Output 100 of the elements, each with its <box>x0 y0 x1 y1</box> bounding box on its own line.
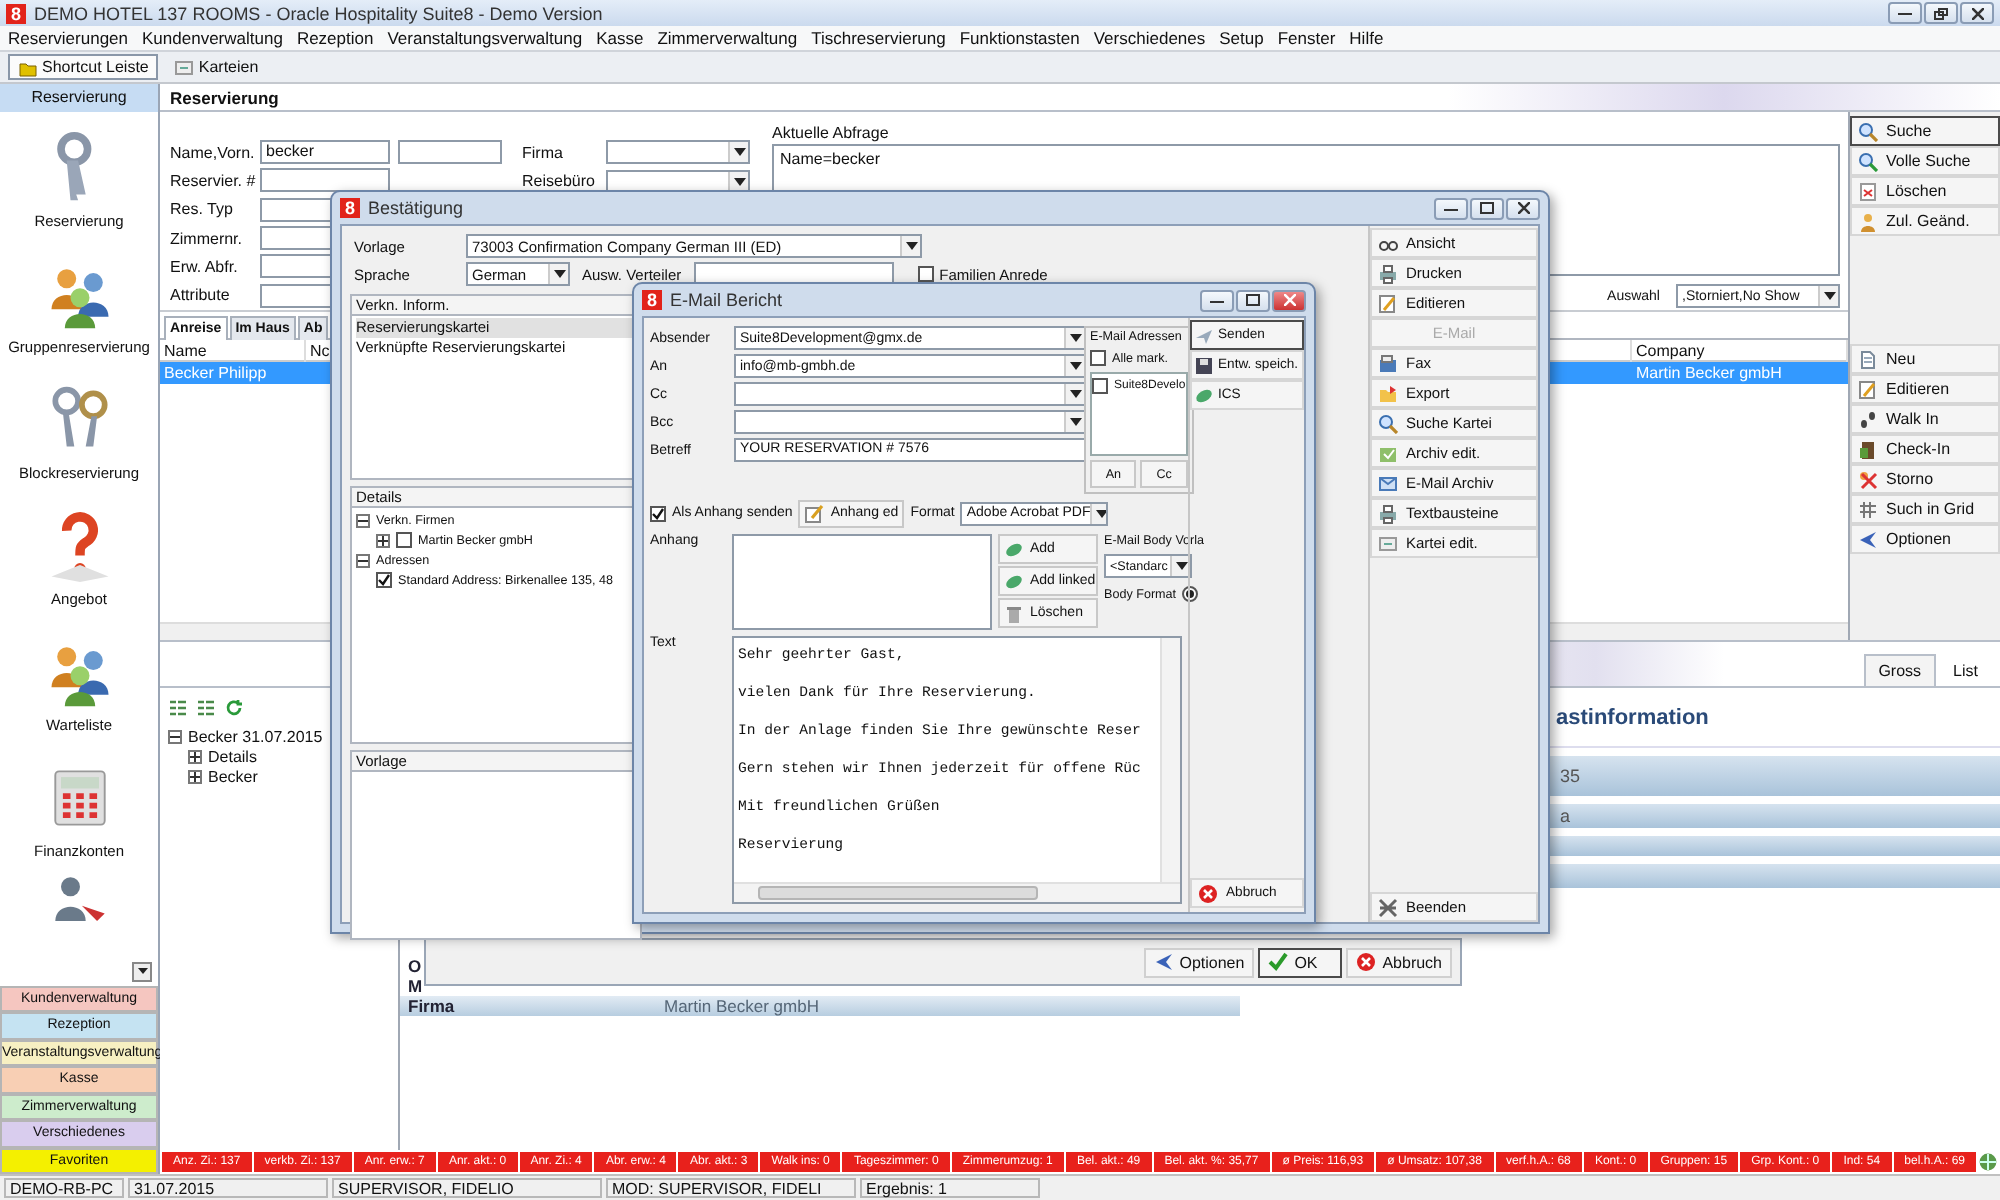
dropdown[interactable] <box>734 410 1086 434</box>
action-button[interactable]: Volle Suche <box>1850 146 2000 176</box>
checkbox[interactable] <box>376 572 392 588</box>
minimize-button[interactable] <box>1888 2 1922 24</box>
door-icon <box>1858 439 1878 459</box>
floppy-icon <box>1194 355 1214 375</box>
dropdown[interactable] <box>606 169 750 194</box>
restore-button[interactable] <box>1924 2 1958 24</box>
menu-item[interactable]: Zimmerverwaltung <box>657 28 798 48</box>
sidebar-tab[interactable]: Reservierung <box>0 84 158 112</box>
menu-item[interactable]: Hilfe <box>1349 28 1384 48</box>
info-text: 35 <box>1560 766 1581 786</box>
scroll-thumb[interactable] <box>758 886 1038 900</box>
minimize-button[interactable] <box>1200 289 1234 311</box>
action-button[interactable]: Check-In <box>1850 434 2000 464</box>
action-button[interactable]: Walk In <box>1850 404 2000 434</box>
printer-icon <box>1378 263 1398 283</box>
tree-item[interactable]: Becker <box>208 767 258 785</box>
fax-icon <box>1378 353 1398 373</box>
pencil-icon <box>1378 293 1398 313</box>
panel-title: Reservierung <box>170 87 279 107</box>
field-label: Reservier. # <box>170 171 252 190</box>
close-icon <box>1517 202 1529 214</box>
checkbox[interactable] <box>1090 350 1106 366</box>
menu-item[interactable]: Rezeption <box>296 28 374 48</box>
action-button[interactable]: Neu <box>1850 344 2000 374</box>
tree-item[interactable]: Details <box>208 747 257 765</box>
tree-toggle[interactable] <box>356 513 370 527</box>
tab[interactable]: List <box>1939 654 1992 686</box>
tree-toggle[interactable] <box>168 729 182 743</box>
caret-icon <box>1823 292 1835 300</box>
plane-icon <box>1194 325 1214 345</box>
field-label: Zimmernr. <box>170 229 244 248</box>
archive-icon <box>1378 443 1398 463</box>
table-cell-text: Becker Philipp <box>162 362 269 384</box>
minimize-button[interactable] <box>1434 197 1468 219</box>
menu-item[interactable]: Kundenverwaltung <box>142 28 283 48</box>
action-button[interactable]: Storno <box>1850 464 2000 494</box>
tree-toggle[interactable] <box>188 769 202 783</box>
action-button[interactable]: Optionen <box>1850 524 2000 554</box>
action-button[interactable]: Suche <box>1850 116 2000 146</box>
plus-icon <box>190 751 200 761</box>
close-button[interactable] <box>1272 289 1306 311</box>
caret-icon <box>553 270 565 278</box>
tab[interactable]: Gross <box>1864 654 1936 686</box>
tree-item[interactable]: Becker 31.07.2015 <box>188 727 323 745</box>
tree-toggle[interactable] <box>376 533 390 547</box>
scrollbar[interactable] <box>734 882 1180 902</box>
tree-toggle[interactable] <box>356 553 370 567</box>
footer-button[interactable]: Abbruch <box>1346 947 1452 977</box>
tree-list-icon <box>168 698 188 718</box>
window-title: E-Mail Bericht <box>670 290 783 310</box>
checkbox[interactable] <box>396 532 412 548</box>
card-icon <box>174 57 195 77</box>
menu-item[interactable]: Veranstaltungsverwaltung <box>387 28 583 48</box>
scrollbar[interactable] <box>1160 638 1180 882</box>
dropdown[interactable] <box>606 140 750 165</box>
checkbox[interactable] <box>650 505 666 522</box>
action-button[interactable]: Löschen <box>1850 176 2000 206</box>
text-field[interactable]: becker <box>260 140 390 165</box>
footer-button[interactable]: OK <box>1258 947 1343 977</box>
tree-toggle[interactable] <box>188 749 202 763</box>
action-button[interactable]: Zul. Geänd. <box>1850 206 2000 236</box>
menu-item[interactable]: Kasse <box>596 28 644 48</box>
footer-button[interactable]: Optionen <box>1143 947 1255 977</box>
envelope-icon <box>1378 473 1398 493</box>
checkbox[interactable] <box>1092 378 1108 394</box>
checkbox[interactable] <box>917 266 934 282</box>
toolbar-button[interactable]: Karteien <box>164 54 269 80</box>
close-icon <box>1283 294 1295 306</box>
close-button[interactable] <box>1960 2 1994 24</box>
menu-item[interactable]: Verschiedenes <box>1093 28 1206 48</box>
toolbar-button[interactable]: Shortcut Leiste <box>8 54 159 80</box>
action-button[interactable]: Editieren <box>1850 374 2000 404</box>
close-button[interactable] <box>1506 197 1540 219</box>
person-icon <box>1858 211 1878 231</box>
maximize-button[interactable] <box>1236 289 1270 311</box>
app-logo: 8 <box>642 290 662 310</box>
status-cell: Ergebnis: 1 <box>860 1178 1040 1198</box>
minus-icon <box>358 555 368 565</box>
action-button[interactable]: Such in Grid <box>1850 494 2000 524</box>
menu-item[interactable]: Reservierungen <box>8 28 129 48</box>
text-field[interactable] <box>260 168 390 193</box>
scroll-down-button[interactable] <box>132 961 152 981</box>
caret-icon <box>905 242 917 250</box>
tick-icon <box>652 507 664 520</box>
table-cell-text: Martin Becker gmbH <box>1634 362 1784 384</box>
menu-item[interactable]: Funktionstasten <box>959 28 1080 48</box>
menu-item[interactable]: Setup <box>1219 28 1264 48</box>
info-text: a <box>1560 806 1571 826</box>
status-cell: MOD: SUPERVISOR, FIDELI <box>606 1178 856 1198</box>
caret-icon <box>1069 362 1081 370</box>
menu-item[interactable]: Tischreservierung <box>811 28 946 48</box>
window-title: DEMO HOTEL 137 ROOMS - Oracle Hospitality Suite8 - Demo Version <box>34 3 603 23</box>
check-icon <box>1268 952 1289 972</box>
text-field[interactable] <box>398 140 502 165</box>
globe-icon <box>1978 1152 1999 1172</box>
menu-item[interactable]: Fenster <box>1277 28 1336 48</box>
document-icon <box>1858 349 1878 369</box>
maximize-button[interactable] <box>1470 197 1504 219</box>
